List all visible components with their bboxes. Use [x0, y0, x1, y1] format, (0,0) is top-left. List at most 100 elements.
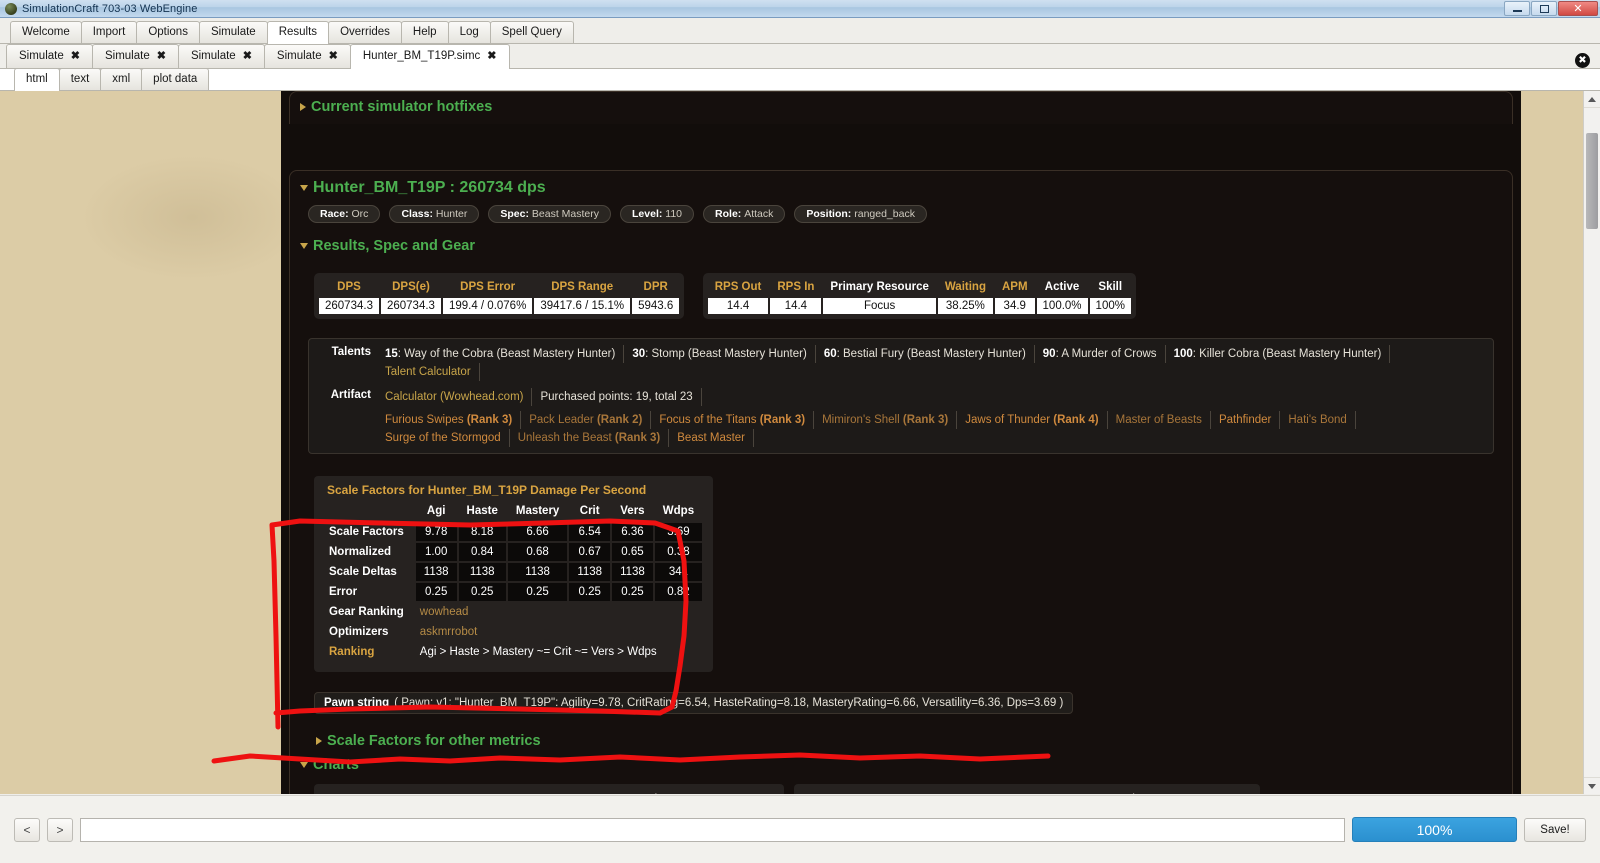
view-tab-xml[interactable]: xml	[100, 68, 143, 90]
talents-row: Talents 15: Way of the Cobra (Beast Mast…	[315, 344, 1487, 382]
table-row: Normalized 1.00 0.84 0.68 0.67 0.65 0.38	[325, 543, 703, 561]
back-button[interactable]: <	[14, 817, 40, 842]
column-header: Primary Resource	[830, 281, 929, 293]
hotfixes-toggle[interactable]: Current simulator hotfixes	[300, 98, 1502, 116]
tab-overrides-5[interactable]: Overrides	[328, 21, 402, 43]
artifact-trait-chip[interactable]: Pathfinder	[1211, 411, 1281, 429]
rps-table-wrap: RPS Out RPS In Primary Resource Waiting APM A…	[702, 273, 1136, 319]
player-toggle[interactable]: Hunter_BM_T19P : 260734 dps	[300, 179, 1502, 197]
close-window-button[interactable]: ✕	[1558, 1, 1598, 16]
close-tab-icon[interactable]: ✖	[487, 51, 496, 62]
status-badge-position: Position: ranged_back	[794, 205, 927, 223]
tab-log-7[interactable]: Log	[447, 21, 491, 43]
artifact-trait-chip[interactable]: Unleash the Beast (Rank 3)	[510, 429, 670, 447]
forward-button[interactable]: >	[47, 817, 73, 842]
table-cell: Focus	[823, 298, 936, 314]
tab-spell-query-8[interactable]: Spell Query	[489, 21, 574, 43]
scroll-down-button[interactable]	[1584, 777, 1600, 794]
table-cell: 0.25	[507, 583, 568, 601]
column-header: DPS	[337, 281, 361, 293]
close-tab-icon[interactable]: ✖	[243, 51, 252, 62]
artifact-trait-chip[interactable]: Hati's Bond	[1280, 411, 1356, 429]
artifact-row: Artifact Calculator (Wowhead.com) Purchas…	[315, 387, 1487, 407]
minimize-icon	[1512, 10, 1522, 12]
table-cell: 199.4 / 0.076%	[442, 298, 533, 314]
artifact-trait-chip[interactable]: Furious Swipes (Rank 3)	[377, 411, 522, 429]
table-cell: 14.4	[770, 298, 822, 314]
chevron-right-icon	[300, 103, 306, 111]
other-metrics-toggle[interactable]: Scale Factors for other metrics	[316, 732, 1502, 750]
tab-options-2[interactable]: Options	[136, 21, 200, 43]
tab-simulate-3[interactable]: Simulate	[198, 21, 268, 43]
tab-welcome-0[interactable]: Welcome	[10, 21, 82, 43]
status-badge-role: Role: Attack	[703, 205, 786, 223]
column-header-crit: Crit	[579, 505, 600, 517]
artifact-trait-chip[interactable]: Surge of the Stormgod	[377, 429, 510, 447]
artifact-trait-chip[interactable]: Pack Leader (Rank 2)	[521, 411, 652, 429]
view-tab-bar: html text xml plot data	[0, 68, 1600, 91]
close-tab-icon[interactable]: ✖	[157, 51, 166, 62]
table-cell: 8.18	[458, 523, 506, 541]
result-tab-2[interactable]: Simulate ✖	[177, 44, 265, 68]
view-tab-html[interactable]: html	[14, 68, 60, 91]
result-tab-0[interactable]: Simulate ✖	[6, 44, 93, 68]
talent-chip-90[interactable]: 90: A Murder of Crows	[1035, 345, 1166, 363]
tab-help-6[interactable]: Help	[400, 21, 449, 43]
column-header-wdps: Wdps	[662, 505, 695, 517]
scrollbar-thumb[interactable]	[1586, 133, 1598, 229]
view-tab-text[interactable]: text	[58, 68, 102, 90]
artifact-trait-chip[interactable]: Mimiron's Shell (Rank 3)	[814, 411, 958, 429]
gear-ranking-value[interactable]: wowhead	[416, 603, 702, 621]
result-tab-1[interactable]: Simulate ✖	[91, 44, 179, 68]
tab-import-1[interactable]: Import	[80, 21, 138, 43]
talent-chip-100[interactable]: 100: Killer Cobra (Beast Mastery Hunter)	[1166, 345, 1391, 363]
close-tab-icon[interactable]: ✖	[329, 51, 338, 62]
url-input[interactable]	[80, 817, 1345, 842]
column-header: DPR	[643, 281, 668, 293]
table-cell: 6.54	[569, 523, 611, 541]
column-header: Active	[1044, 281, 1080, 293]
result-tab-4[interactable]: Hunter_BM_T19P.simc ✖	[349, 44, 510, 69]
optimizers-value[interactable]: askmrrobot	[416, 623, 702, 641]
artifact-traits-row: Furious Swipes (Rank 3) Pack Leader (Rank…	[315, 410, 1487, 448]
maximize-button[interactable]	[1531, 1, 1557, 16]
results-toggle[interactable]: Results, Spec and Gear	[300, 237, 1502, 255]
talent-chip-30[interactable]: 30: Stomp (Beast Mastery Hunter)	[624, 345, 816, 363]
chart-damage-per-execute-time[interactable]: Hunter_BM_T19P Damage per Execute Time a…	[314, 784, 784, 794]
scroll-up-button[interactable]	[1584, 91, 1600, 108]
artifact-trait-chip[interactable]: Jaws of Thunder (Rank 4)	[957, 411, 1108, 429]
talents-label: Talents	[331, 346, 371, 358]
page-gap	[281, 124, 1521, 170]
window-title: SimulationCraft 703-03 WebEngine	[22, 2, 198, 15]
talent-calculator-link[interactable]: Talent Calculator	[377, 363, 480, 381]
progress-button[interactable]: 100%	[1352, 817, 1517, 842]
minimize-button[interactable]	[1504, 1, 1530, 16]
app-logo-icon	[5, 2, 17, 15]
results-heading: Results, Spec and Gear	[313, 238, 475, 254]
charts-toggle[interactable]: Charts	[300, 756, 1502, 774]
hotfixes-heading: Current simulator hotfixes	[311, 99, 493, 115]
result-tab-3[interactable]: Simulate ✖	[263, 44, 351, 68]
artifact-trait-chip[interactable]: Focus of the Titans (Rank 3)	[651, 411, 815, 429]
table-cell: 0.25	[458, 583, 506, 601]
close-all-tabs-button[interactable]: ✖	[1575, 53, 1590, 68]
save-button[interactable]: Save!	[1524, 817, 1586, 842]
talent-chip-15[interactable]: 15: Way of the Cobra (Beast Mastery Hunt…	[377, 345, 625, 363]
table-row: Scale Factors 9.78 8.18 6.66 6.54 6.36 3.69	[325, 523, 703, 541]
table-cell: 0.25	[612, 583, 653, 601]
close-tab-icon[interactable]: ✖	[71, 51, 80, 62]
artifact-trait-chip[interactable]: Master of Beasts	[1108, 411, 1211, 429]
page-title: Hunter_BM_T19P : 260734 dps	[313, 179, 546, 196]
vertical-scrollbar[interactable]	[1583, 91, 1600, 794]
artifact-trait-chip[interactable]: Beast Master	[669, 429, 755, 447]
column-header: APM	[1001, 281, 1028, 293]
artifact-calculator-link[interactable]: Calculator (Wowhead.com)	[377, 388, 533, 406]
pawn-string-box[interactable]: Pawn string ( Pawn: v1: "Hunter_BM_T19P":…	[314, 692, 1074, 714]
view-tab-plot-data[interactable]: plot data	[141, 68, 210, 90]
talents-artifact-block: Talents 15: Way of the Cobra (Beast Mast…	[308, 338, 1494, 454]
table-header-row: DPS DPS(e) DPS Error DPS Range DPR	[319, 278, 679, 296]
tab-results-4[interactable]: Results	[266, 21, 330, 44]
talent-chip-60[interactable]: 60: Bestial Fury (Beast Mastery Hunter)	[816, 345, 1035, 363]
column-header: RPS Out	[714, 281, 762, 293]
chart-damage-per-second[interactable]: Hunter_BM_T19P Damage per second mean=26…	[794, 784, 1260, 794]
